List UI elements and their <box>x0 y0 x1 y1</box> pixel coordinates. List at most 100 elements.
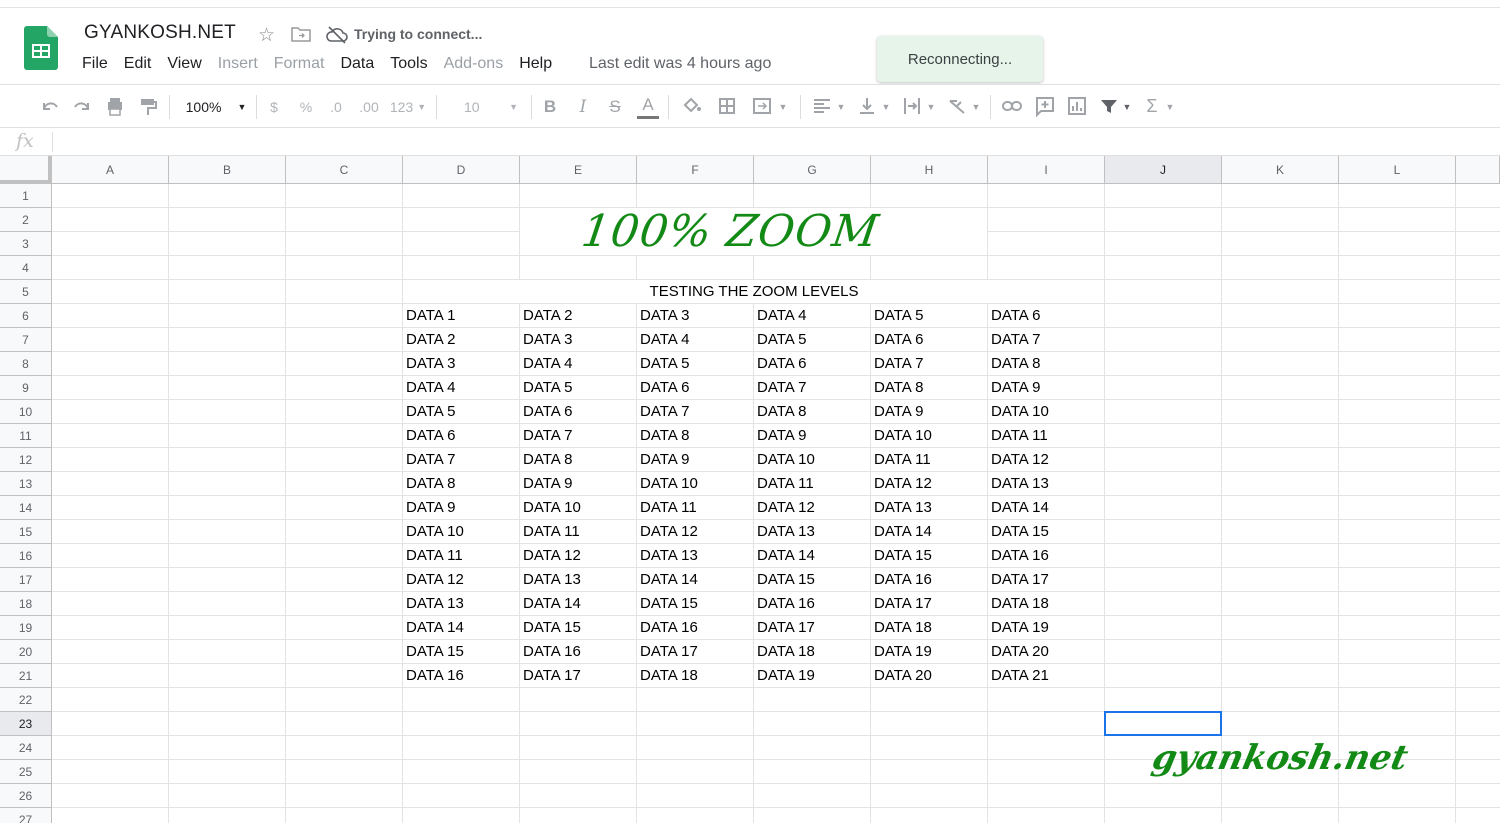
data-cell[interactable]: DATA 9 <box>640 451 689 468</box>
data-cell[interactable]: DATA 19 <box>757 667 815 684</box>
column-header-l[interactable]: L <box>1339 156 1456 184</box>
data-cell[interactable]: DATA 12 <box>523 547 581 564</box>
data-cell[interactable]: DATA 18 <box>991 595 1049 612</box>
data-cell[interactable]: DATA 11 <box>406 547 463 564</box>
data-cell[interactable]: DATA 5 <box>640 355 689 372</box>
column-header-g[interactable]: G <box>754 156 871 184</box>
vertical-align-icon[interactable] <box>855 85 879 128</box>
data-cell[interactable]: DATA 16 <box>874 571 932 588</box>
data-cell[interactable]: DATA 17 <box>640 643 698 660</box>
data-cell[interactable]: DATA 8 <box>640 427 689 444</box>
chevron-down-icon[interactable]: ▼ <box>969 85 983 128</box>
data-cell[interactable]: DATA 14 <box>640 571 698 588</box>
column-header-h[interactable]: H <box>871 156 988 184</box>
document-title[interactable]: GYANKOSH.NET <box>84 22 236 44</box>
data-cell[interactable]: DATA 13 <box>406 595 464 612</box>
merge-cells-icon[interactable] <box>750 85 774 128</box>
row-header-8[interactable]: 8 <box>0 352 52 376</box>
select-all-corner[interactable] <box>0 156 52 184</box>
data-cell[interactable]: DATA 10 <box>523 499 581 516</box>
data-cell[interactable]: DATA 11 <box>757 475 814 492</box>
row-header-11[interactable]: 11 <box>0 424 52 448</box>
more-formats-button[interactable]: 123 ▼ <box>389 85 427 128</box>
data-cell[interactable]: DATA 7 <box>757 379 806 396</box>
text-color-button[interactable]: A <box>636 85 660 128</box>
data-cell[interactable]: DATA 4 <box>523 355 572 372</box>
data-cell[interactable]: DATA 8 <box>523 451 572 468</box>
data-cell[interactable]: DATA 19 <box>874 643 932 660</box>
data-cell[interactable]: DATA 9 <box>406 499 455 516</box>
data-cell[interactable]: DATA 16 <box>640 619 698 636</box>
row-header-24[interactable]: 24 <box>0 736 52 760</box>
strikethrough-button[interactable]: S <box>605 85 625 128</box>
menu-help[interactable]: Help <box>519 54 552 74</box>
row-header-15[interactable]: 15 <box>0 520 52 544</box>
data-cell[interactable]: DATA 16 <box>991 547 1049 564</box>
data-cell[interactable]: DATA 11 <box>991 427 1048 444</box>
data-cell[interactable]: DATA 15 <box>406 643 464 660</box>
chevron-down-icon[interactable]: ▼ <box>1163 85 1177 128</box>
row-header-6[interactable]: 6 <box>0 304 52 328</box>
text-rotation-icon[interactable] <box>945 85 969 128</box>
row-header-19[interactable]: 19 <box>0 616 52 640</box>
column-header-d[interactable]: D <box>403 156 520 184</box>
row-header-21[interactable]: 21 <box>0 664 52 688</box>
data-cell[interactable]: DATA 9 <box>757 427 806 444</box>
menu-add-ons[interactable]: Add-ons <box>444 54 504 74</box>
data-cell[interactable]: DATA 4 <box>757 307 806 324</box>
data-cell[interactable]: DATA 17 <box>991 571 1049 588</box>
menu-view[interactable]: View <box>167 54 201 74</box>
column-header-f[interactable]: F <box>637 156 754 184</box>
paint-format-icon[interactable] <box>136 85 160 128</box>
data-cell[interactable]: DATA 10 <box>757 451 815 468</box>
chevron-down-icon[interactable]: ▼ <box>879 85 893 128</box>
data-cell[interactable]: DATA 11 <box>523 523 580 540</box>
data-cell[interactable]: DATA 6 <box>640 379 689 396</box>
data-cell[interactable]: DATA 14 <box>406 619 464 636</box>
data-cell[interactable]: DATA 8 <box>991 355 1040 372</box>
cell-area[interactable]: 100% ZOOM TESTING THE ZOOM LEVELS DATA 1 DA… <box>52 184 1500 823</box>
insert-comment-icon[interactable] <box>1033 85 1057 128</box>
move-folder-icon[interactable] <box>291 26 311 42</box>
active-cell-selection[interactable] <box>1104 711 1222 736</box>
row-header-4[interactable]: 4 <box>0 256 52 280</box>
data-cell[interactable]: DATA 7 <box>406 451 455 468</box>
data-cell[interactable]: DATA 6 <box>757 355 806 372</box>
formula-input[interactable] <box>64 132 1484 152</box>
decrease-decimal-button[interactable]: .0 <box>325 85 347 128</box>
data-cell[interactable]: DATA 10 <box>991 403 1049 420</box>
data-cell[interactable]: DATA 4 <box>406 379 455 396</box>
font-size-select[interactable]: 10 ▼ <box>446 85 526 128</box>
row-header-1[interactable]: 1 <box>0 184 52 208</box>
currency-format-button[interactable]: $ <box>264 85 284 128</box>
data-cell[interactable]: DATA 13 <box>757 523 815 540</box>
data-cell[interactable]: DATA 12 <box>406 571 464 588</box>
data-cell[interactable]: DATA 13 <box>991 475 1049 492</box>
data-cell[interactable]: DATA 18 <box>874 619 932 636</box>
undo-icon[interactable] <box>38 85 62 128</box>
data-cell[interactable]: DATA 20 <box>991 643 1049 660</box>
cloud-offline-icon[interactable] <box>326 26 348 44</box>
percent-format-button[interactable]: % <box>296 85 316 128</box>
menu-file[interactable]: File <box>82 54 108 74</box>
star-icon[interactable]: ☆ <box>258 24 275 47</box>
borders-icon[interactable] <box>715 85 739 128</box>
row-header-22[interactable]: 22 <box>0 688 52 712</box>
data-cell[interactable]: DATA 12 <box>757 499 815 516</box>
row-header-26[interactable]: 26 <box>0 784 52 808</box>
data-cell[interactable]: DATA 15 <box>640 595 698 612</box>
horizontal-align-icon[interactable] <box>810 85 834 128</box>
column-header-k[interactable]: K <box>1222 156 1339 184</box>
redo-icon[interactable] <box>70 85 94 128</box>
filter-icon[interactable] <box>1097 85 1121 128</box>
data-cell[interactable]: DATA 11 <box>874 451 931 468</box>
text-wrapping-icon[interactable] <box>900 85 924 128</box>
menu-edit[interactable]: Edit <box>124 54 152 74</box>
fill-color-icon[interactable] <box>680 85 704 128</box>
row-header-16[interactable]: 16 <box>0 544 52 568</box>
data-cell[interactable]: DATA 18 <box>757 643 815 660</box>
data-cell[interactable]: DATA 15 <box>991 523 1049 540</box>
data-cell[interactable]: DATA 7 <box>523 427 572 444</box>
data-cell[interactable]: DATA 15 <box>523 619 581 636</box>
row-header-3[interactable]: 3 <box>0 232 52 256</box>
